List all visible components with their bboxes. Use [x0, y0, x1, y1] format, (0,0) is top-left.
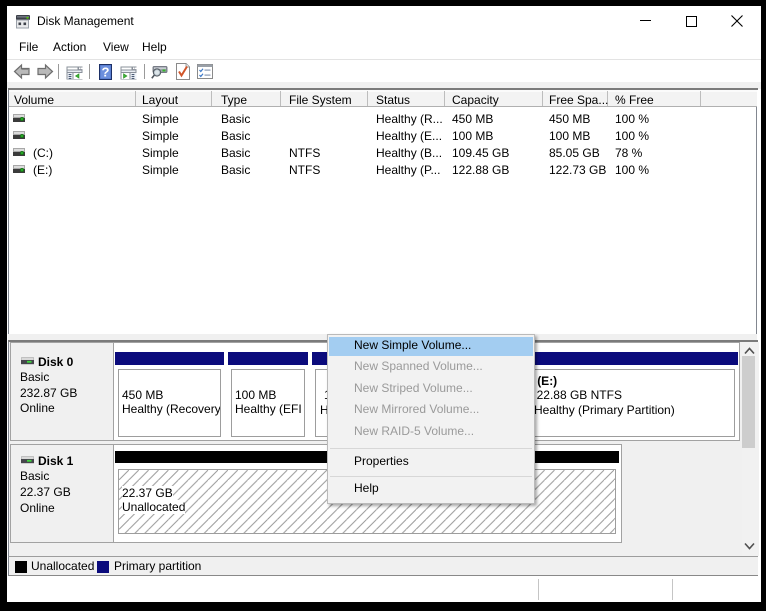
svg-text:?: ?: [102, 65, 110, 80]
